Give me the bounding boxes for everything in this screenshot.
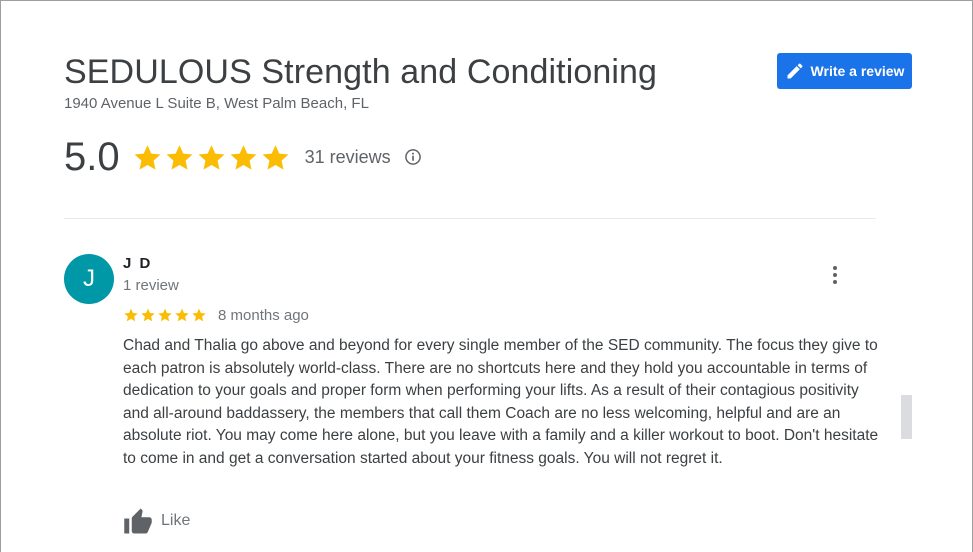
like-label: Like	[161, 512, 191, 529]
star-icon	[164, 142, 195, 173]
review-meta: 8 months ago	[123, 305, 309, 325]
place-title: SEDULOUS Strength and Conditioning	[64, 53, 658, 91]
star-icon	[196, 142, 227, 173]
write-review-label: Write a review	[810, 63, 905, 79]
star-icon	[228, 142, 259, 173]
review-time: 8 months ago	[218, 306, 309, 324]
divider	[64, 218, 876, 219]
like-button[interactable]: Like	[123, 506, 190, 536]
edit-pen-icon	[785, 61, 805, 81]
avatar[interactable]: J	[64, 254, 114, 304]
star-icon	[132, 142, 163, 173]
reviewer-name[interactable]: J D	[123, 255, 152, 272]
star-icon	[157, 307, 173, 323]
star-icon	[174, 307, 190, 323]
review-text: Chad and Thalia go above and beyond for …	[123, 337, 879, 467]
rating-stars	[132, 142, 291, 173]
more-vert-icon[interactable]	[825, 263, 845, 287]
reviewer-review-count: 1 review	[123, 277, 179, 294]
scrollbar-thumb[interactable]	[901, 395, 912, 439]
star-icon	[140, 307, 156, 323]
rating-value: 5.0	[64, 134, 120, 179]
info-icon[interactable]	[403, 147, 423, 167]
star-icon	[123, 307, 139, 323]
thumb-up-icon	[123, 507, 153, 535]
review-stars	[123, 307, 207, 323]
write-review-button[interactable]: Write a review	[777, 53, 912, 89]
reviews-count[interactable]: 31 reviews	[305, 147, 391, 168]
place-address: 1940 Avenue L Suite B, West Palm Beach, …	[64, 95, 369, 112]
star-icon	[260, 142, 291, 173]
rating-summary: 5.0 31 reviews	[64, 133, 423, 181]
star-icon	[191, 307, 207, 323]
